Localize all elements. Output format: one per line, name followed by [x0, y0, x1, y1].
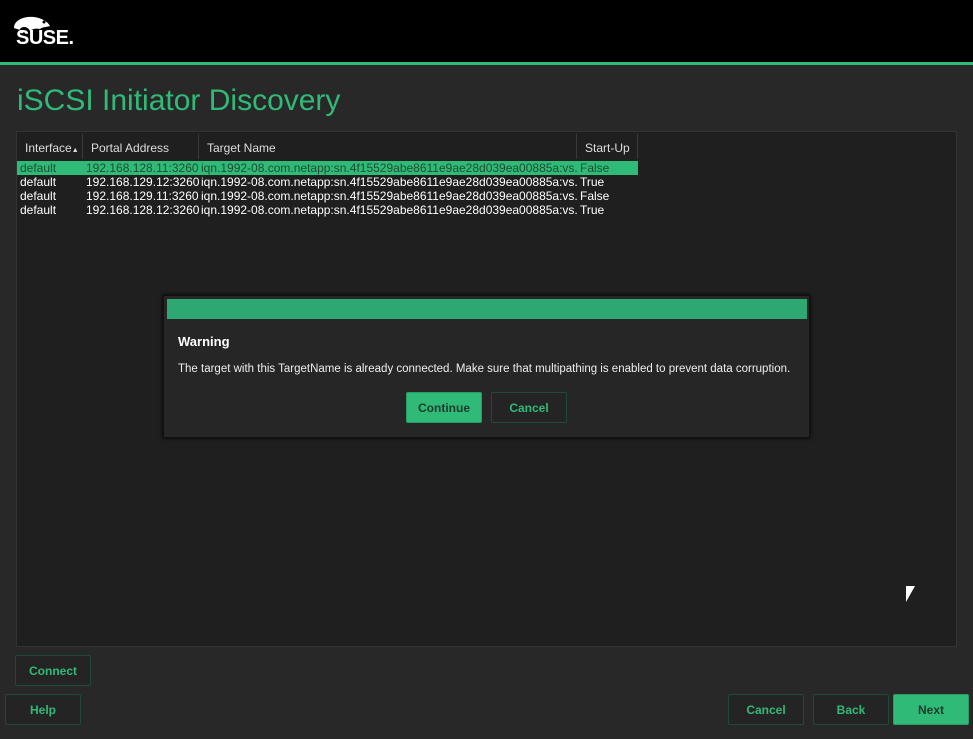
cell-portal: 192.168.128.12:3260: [86, 203, 200, 217]
continue-button[interactable]: Continue: [406, 392, 482, 423]
table-header: Interface▲ Portal Address Target Name St…: [17, 134, 638, 159]
cell-startup: False: [580, 189, 610, 203]
cell-portal: 192.168.128.11:3260: [86, 161, 199, 175]
column-header-target-name[interactable]: Target Name: [199, 134, 577, 159]
page-title: iSCSI Initiator Discovery: [17, 84, 341, 117]
cell-startup: False: [580, 161, 610, 175]
cell-startup: True: [580, 203, 605, 217]
warning-dialog: Warning The target with this TargetName …: [163, 295, 810, 438]
suse-logo-text: SUSE.: [16, 27, 74, 49]
help-button[interactable]: Help: [5, 694, 81, 725]
cell-interface: default: [20, 161, 57, 175]
cell-target: iqn.1992-08.com.netapp:sn.4f15529abe8611…: [201, 161, 577, 175]
cell-interface: default: [20, 203, 57, 217]
cell-portal: 192.168.129.11:3260: [86, 189, 199, 203]
table-row[interactable]: default 192.168.128.11:3260 iqn.1992-08.…: [17, 161, 638, 175]
mouse-pointer-icon: [906, 586, 915, 602]
table-row[interactable]: default 192.168.128.12:3260 iqn.1992-08.…: [17, 203, 638, 217]
cancel-button[interactable]: Cancel: [728, 694, 804, 725]
cell-target: iqn.1992-08.com.netapp:sn.4f15529abe8611…: [201, 175, 577, 189]
column-header-portal-address[interactable]: Portal Address: [83, 134, 199, 159]
cell-portal: 192.168.129.12:3260: [86, 175, 200, 189]
column-label: Interface: [25, 141, 72, 155]
column-header-interface[interactable]: Interface▲: [17, 134, 83, 159]
sort-ascending-icon: ▲: [71, 147, 79, 154]
next-button[interactable]: Next: [893, 694, 969, 725]
cell-target: iqn.1992-08.com.netapp:sn.4f15529abe8611…: [201, 203, 577, 217]
connect-button[interactable]: Connect: [15, 655, 91, 686]
table-row[interactable]: default 192.168.129.12:3260 iqn.1992-08.…: [17, 175, 638, 189]
table-row[interactable]: default 192.168.129.11:3260 iqn.1992-08.…: [17, 189, 638, 203]
cell-interface: default: [20, 175, 57, 189]
cell-startup: True: [580, 175, 605, 189]
dialog-message: The target with this TargetName is alrea…: [178, 363, 791, 375]
header-accent-line: [0, 62, 973, 65]
back-button[interactable]: Back: [813, 694, 889, 725]
dialog-title-bar: [167, 299, 807, 319]
dialog-cancel-button[interactable]: Cancel: [491, 392, 567, 423]
dialog-title: Warning: [178, 334, 230, 349]
column-header-start-up[interactable]: Start-Up: [577, 134, 638, 159]
top-header: SUSE.: [0, 0, 973, 62]
cell-interface: default: [20, 189, 57, 203]
cell-target: iqn.1992-08.com.netapp:sn.4f15529abe8611…: [201, 189, 577, 203]
